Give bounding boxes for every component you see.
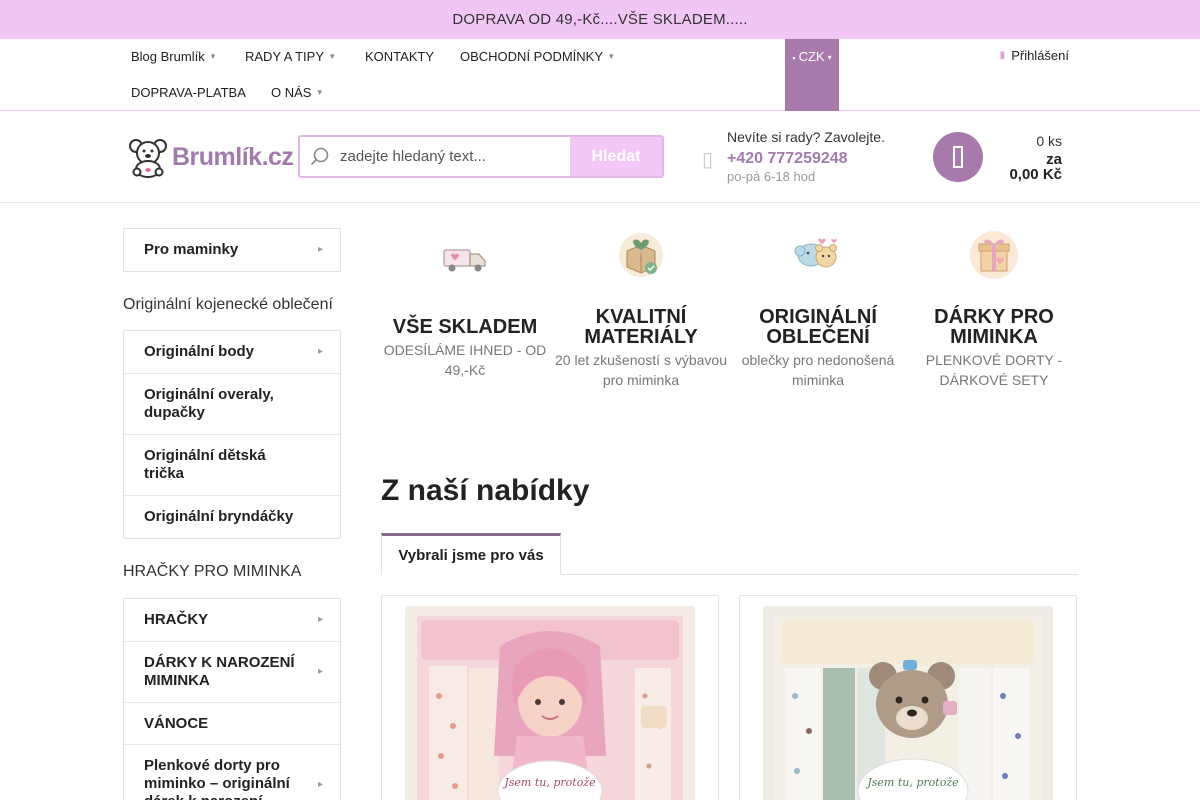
svg-text:Jsem tu, protože: Jsem tu, protože [865, 776, 959, 789]
benefit-kvalitni-materialy: KVALITNÍ MATERIÁLY 20 let zkušeností s v… [553, 230, 729, 390]
gift-box-icon [969, 230, 1019, 280]
login-link[interactable]: ▮ Přihlášení [1000, 48, 1069, 63]
promo-bar: DOPRAVA OD 49,-Kč....VŠE SKLADEM..... [0, 0, 1200, 39]
nav-link-label: DOPRAVA-PLATBA [131, 85, 246, 100]
benefit-title: KVALITNÍ MATERIÁLY [584, 306, 698, 348]
section-title: Z naší nabídky [381, 474, 590, 507]
search-icon [300, 137, 340, 176]
chevron-right-icon: ▸ [317, 346, 323, 357]
sidebar-item-label: DÁRKY K NAROZENÍ MIMINKA [144, 654, 295, 689]
currency-label: CZK [798, 49, 825, 64]
sidebar-item-originalni-body[interactable]: Originální body ▸ [124, 331, 340, 374]
search-button[interactable]: Hledat [570, 137, 662, 176]
sidebar-item-label: Originální dětská trička [144, 447, 266, 482]
site-logo[interactable]: Brumlík.cz [127, 136, 294, 178]
heart-box-icon [616, 230, 666, 280]
chevron-down-icon: ▾ [330, 51, 335, 61]
product-card[interactable]: Jsem tu, protože [739, 595, 1077, 800]
cart-count: 0 ks [1036, 133, 1062, 149]
sidebar-item-pro-maminky[interactable]: Pro maminky ▸ [124, 229, 340, 271]
benefit-subtitle: oblečky pro nedonošená miminka [741, 352, 895, 388]
nav-link-o-nas[interactable]: O NÁS ▾ [271, 85, 322, 100]
benefit-subtitle: 20 let zkušeností s výbavou pro miminka [555, 352, 727, 388]
cart-total: 0,00 Kč [1009, 166, 1062, 183]
sidebar-item-darky-k-narozeni[interactable]: DÁRKY K NAROZENÍ MIMINKA ▸ [124, 642, 340, 703]
sidebar-item-label: Originální body [144, 343, 255, 360]
cart-icon [953, 146, 963, 168]
site-header: Brumlík.cz Hledat ▯ Nevíte si rady? Zavo… [0, 111, 1200, 203]
sidebar-group-hracky: HRAČKY ▸ DÁRKY K NAROZENÍ MIMINKA ▸ VÁNO… [123, 598, 341, 800]
login-label: Přihlášení [1011, 48, 1069, 63]
sidebar-item-label: HRAČKY [144, 611, 209, 628]
sidebar-item-originalni-overaly[interactable]: Originální overaly, dupačky [124, 374, 340, 435]
cart-button[interactable] [933, 132, 983, 182]
benefit-darky-pro-miminka: DÁRKY PRO MIMINKA PLENKOVÉ DORTY - DÁRKO… [906, 230, 1082, 390]
nav-link-obchodni-podminky[interactable]: OBCHODNÍ PODMÍNKY ▾ [460, 49, 614, 64]
product-image[interactable]: Jsem tu, protože [763, 606, 1053, 800]
chevron-down-icon: ▾ [317, 87, 322, 97]
chevron-right-icon: ▸ [317, 779, 323, 790]
nav-link-rady-a-tipy[interactable]: RADY A TIPY ▾ [245, 49, 335, 64]
sidebar-item-plenkove-dorty[interactable]: Plenkové dorty pro miminko – originální … [124, 745, 340, 800]
currency-selector[interactable]: ▪ CZK ▾ [785, 39, 839, 111]
contact-question: Nevíte si rady? Zavolejte. [727, 129, 885, 145]
sidebar-group-obleceni: Originální body ▸ Originální overaly, du… [123, 330, 341, 539]
benefit-title: VŠE SKLADEM [392, 316, 538, 338]
sidebar-item-hracky[interactable]: HRAČKY ▸ [124, 599, 340, 642]
sidebar-item-label: Pro maminky [144, 241, 239, 258]
delivery-truck-icon [440, 234, 490, 284]
chevron-down-icon: ▾ [210, 51, 216, 61]
nav-link-label: RADY A TIPY [245, 49, 325, 64]
promo-text: DOPRAVA OD 49,-Kč....VŠE SKLADEM..... [452, 11, 748, 28]
chevron-right-icon: ▸ [317, 244, 323, 255]
benefit-title: ORIGINÁLNÍ OBLEČENÍ [759, 306, 877, 348]
product-card[interactable]: Jsem tu, protože [381, 595, 719, 800]
nav-link-blog[interactable]: Blog Brumlík ▾ [131, 49, 215, 64]
chevron-right-icon: ▸ [317, 666, 323, 677]
phone-icon: ▯ [702, 149, 714, 171]
nav-link-label: KONTAKTY [365, 49, 435, 64]
benefit-subtitle: ODESÍLÁME IHNED - OD 49,-Kč [383, 342, 547, 378]
chevron-right-icon: ▸ [317, 614, 323, 625]
sidebar-item-label: Originální overaly, dupačky [144, 386, 274, 421]
sidebar-item-label: Originální bryndáčky [144, 508, 294, 525]
contact-hours: po-pá 6-18 hod [727, 169, 816, 184]
sidebar-item-originalni-tricka[interactable]: Originální dětská trička [124, 435, 340, 496]
nav-link-kontakty[interactable]: KONTAKTY [365, 49, 434, 64]
contact-phone-link[interactable]: +420 777259248 [727, 150, 848, 168]
currency-icon: ▪ [792, 53, 796, 63]
benefit-subtitle: PLENKOVÉ DORTY - DÁRKOVÉ SETY [925, 352, 1063, 388]
tab-vybrali-jsme-pro-vas[interactable]: Vybrali jsme pro vás [381, 533, 561, 575]
nav-link-label: Blog Brumlík [131, 49, 205, 64]
logo-text: Brumlík.cz [172, 142, 294, 171]
nav-link-doprava-platba[interactable]: DOPRAVA-PLATBA [131, 85, 246, 100]
nav-link-label: OBCHODNÍ PODMÍNKY [460, 49, 604, 64]
sidebar-heading-hracky: HRAČKY PRO MIMINKA [123, 563, 302, 580]
sidebar-top-category-box: Pro maminky ▸ [123, 228, 341, 272]
nav-link-label: O NÁS [271, 85, 312, 100]
search-form: Hledat [298, 135, 664, 178]
search-input[interactable] [340, 137, 570, 176]
svg-text:Jsem tu, protože: Jsem tu, protože [502, 776, 596, 789]
top-navigation: Blog Brumlík ▾ RADY A TIPY ▾ KONTAKTY OB… [0, 39, 1200, 111]
benefit-title: DÁRKY PRO MIMINKA [934, 306, 1054, 348]
sidebar-item-vanoce[interactable]: VÁNOCE [124, 703, 340, 745]
benefit-originalni-obleceni: ORIGINÁLNÍ OBLEČENÍ oblečky pro nedonoše… [730, 230, 906, 390]
sidebar-item-label: Plenkové dorty pro miminko – originální … [144, 757, 290, 800]
sidebar-item-label: VÁNOCE [144, 714, 209, 732]
user-icon: ▮ [999, 50, 1006, 61]
chevron-down-icon: ▾ [827, 53, 832, 62]
teddy-bear-icon [129, 139, 167, 178]
product-image[interactable]: Jsem tu, protože [405, 606, 695, 800]
sidebar-item-originalni-bryndacky[interactable]: Originální bryndáčky [124, 496, 340, 538]
chevron-down-icon: ▾ [609, 51, 614, 61]
sidebar-heading-kojenecke-obleceni: Originální kojenecké oblečení [123, 296, 333, 313]
benefit-vse-skladem: VŠE SKLADEM ODESÍLÁME IHNED - OD 49,-Kč [377, 230, 553, 390]
elephant-bear-icon [793, 230, 843, 280]
